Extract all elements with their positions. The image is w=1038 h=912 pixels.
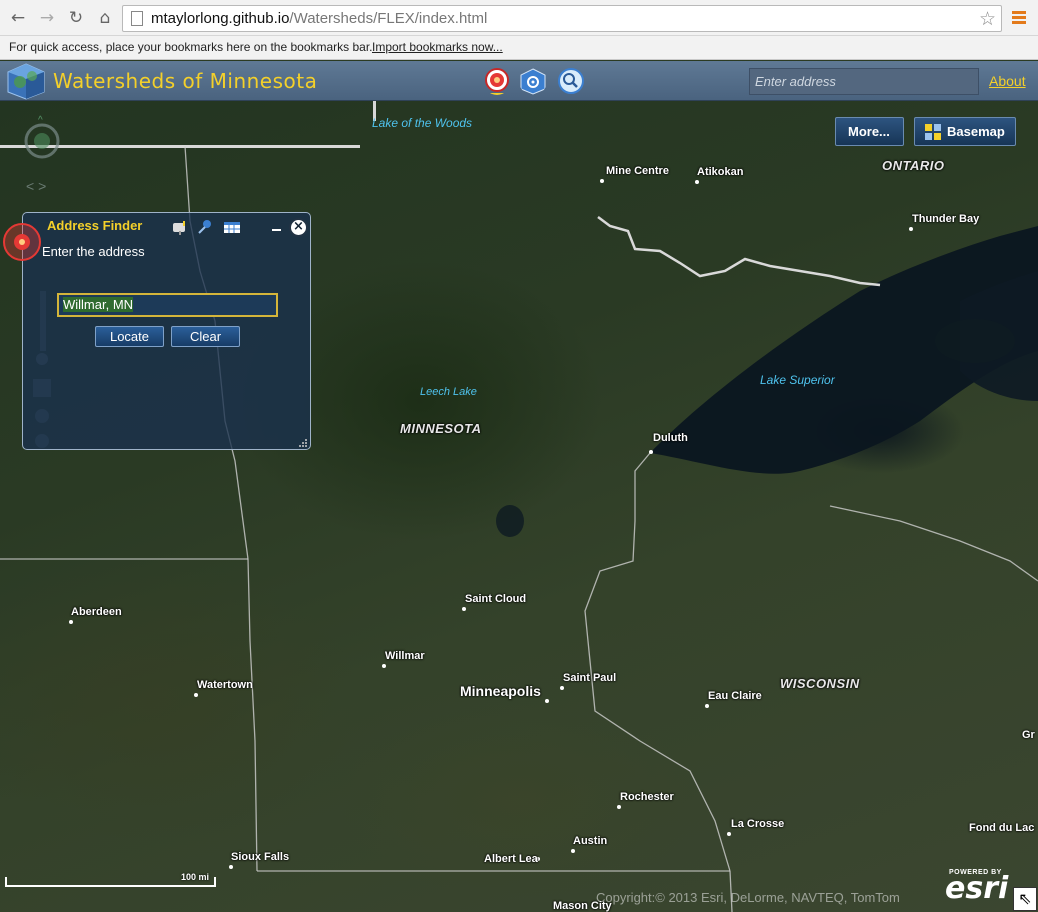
minimize-icon[interactable] [272, 229, 281, 231]
address-bar[interactable]: mtaylorlong.github.io/Watersheds/FLEX/in… [122, 5, 1002, 32]
back-icon[interactable]: ← [8, 8, 28, 28]
clear-button[interactable]: Clear [171, 326, 240, 347]
table-icon[interactable] [223, 219, 241, 235]
label-sioux-falls: Sioux Falls [231, 851, 290, 863]
city-dot [649, 450, 653, 454]
forward-icon[interactable]: → [37, 8, 57, 28]
address-input[interactable]: Willmar, MN [57, 293, 278, 317]
label-leech-lake: Leech Lake [420, 386, 477, 398]
label-lake-of-the-woods: Lake of the Woods [372, 116, 473, 130]
city-dot [229, 865, 233, 869]
app-header: Watersheds of Minnesota Enter address Ab… [0, 61, 1038, 101]
address-input-value: Willmar, MN [63, 297, 134, 312]
mailbox-icon[interactable] [171, 219, 189, 235]
city-dot [600, 179, 604, 183]
basemap-label: Basemap [947, 124, 1005, 139]
reload-icon[interactable]: ↻ [66, 8, 86, 28]
label-ontario: ONTARIO [882, 158, 945, 173]
label-saint-paul: Saint Paul [563, 672, 617, 684]
city-dot [705, 704, 709, 708]
label-la-crosse: La Crosse [731, 818, 785, 830]
label-green-bay-partial: Gr [1022, 729, 1035, 741]
browser-toolbar: ← → ↻ ⌂ mtaylorlong.github.io/Watersheds… [0, 0, 1038, 36]
city-dot [462, 607, 466, 611]
city-dot [617, 805, 621, 809]
city-dot [194, 693, 198, 697]
page-icon [131, 11, 143, 26]
scale-label: 100 mi [181, 872, 210, 882]
esri-name: esri [945, 871, 1009, 906]
label-atikokan: Atikokan [697, 166, 744, 178]
city-dot [695, 180, 699, 184]
locate-button[interactable]: Locate [95, 326, 164, 347]
bookmarks-bar: For quick access, place your bookmarks h… [0, 36, 1038, 60]
bookmarks-message: For quick access, place your bookmarks h… [9, 40, 373, 54]
label-albert-lea: Albert Lea [484, 853, 538, 865]
copyright-text: Copyright:© 2013 Esri, DeLorme, NAVTEQ, … [596, 890, 900, 905]
label-eau-claire: Eau Claire [708, 690, 762, 702]
label-duluth: Duluth [653, 432, 688, 444]
label-mine-centre: Mine Centre [606, 165, 669, 177]
label-lake-superior: Lake Superior [760, 373, 835, 387]
url-text[interactable]: mtaylorlong.github.io/Watersheds/FLEX/in… [151, 10, 487, 27]
label-rochester: Rochester [620, 791, 674, 803]
about-link[interactable]: About [989, 73, 1026, 89]
city-dot [545, 699, 549, 703]
label-austin: Austin [573, 835, 608, 847]
resize-handle-icon[interactable] [299, 438, 308, 447]
city-dot [69, 620, 73, 624]
svg-text:< >: < > [26, 178, 46, 194]
pin-icon[interactable] [196, 219, 214, 235]
location-marker-icon [3, 223, 41, 261]
search-icon[interactable] [557, 67, 585, 95]
label-aberdeen: Aberdeen [71, 606, 122, 618]
app-title: Watersheds of Minnesota [53, 69, 318, 93]
label-willmar: Willmar [385, 650, 425, 662]
label-minneapolis: Minneapolis [460, 683, 541, 699]
label-minnesota: MINNESOTA [400, 421, 482, 436]
address-finder-widget: Address Finder × Enter the address Willm… [22, 212, 311, 450]
locate-target-icon[interactable] [483, 67, 511, 95]
home-icon[interactable]: ⌂ [95, 8, 115, 28]
city-dot [571, 849, 575, 853]
basemap-grid-icon [925, 124, 941, 140]
expand-arrow-icon[interactable]: ⇖ [1013, 887, 1037, 911]
label-wisconsin: WISCONSIN [780, 676, 860, 691]
label-fond-du-lac: Fond du Lac [969, 822, 1035, 834]
city-dot [382, 664, 386, 668]
widget-title: Address Finder [47, 218, 143, 233]
settings-cube-icon[interactable] [519, 67, 547, 95]
more-button[interactable]: More... [835, 117, 904, 146]
close-icon[interactable]: × [289, 218, 308, 237]
map-view[interactable]: ^ < > More... Basemap Lake of the Woods … [0, 101, 1038, 912]
city-dot [727, 832, 731, 836]
chrome-menu-icon[interactable] [1012, 11, 1026, 25]
city-dot [560, 686, 564, 690]
label-watertown: Watertown [197, 679, 253, 691]
bookmark-star-icon[interactable]: ☆ [979, 8, 996, 30]
basemap-button[interactable]: Basemap [914, 117, 1016, 146]
label-thunder-bay: Thunder Bay [912, 213, 980, 225]
city-dot [909, 227, 913, 231]
esri-logo: POWERED BY esri [945, 869, 1009, 906]
header-address-input[interactable]: Enter address [749, 68, 979, 95]
svg-text:^: ^ [38, 115, 43, 126]
import-bookmarks-link[interactable]: Import bookmarks now... [372, 40, 503, 54]
widget-prompt: Enter the address [42, 244, 145, 259]
label-saint-cloud: Saint Cloud [465, 593, 527, 605]
globe-cube-logo [7, 63, 45, 100]
